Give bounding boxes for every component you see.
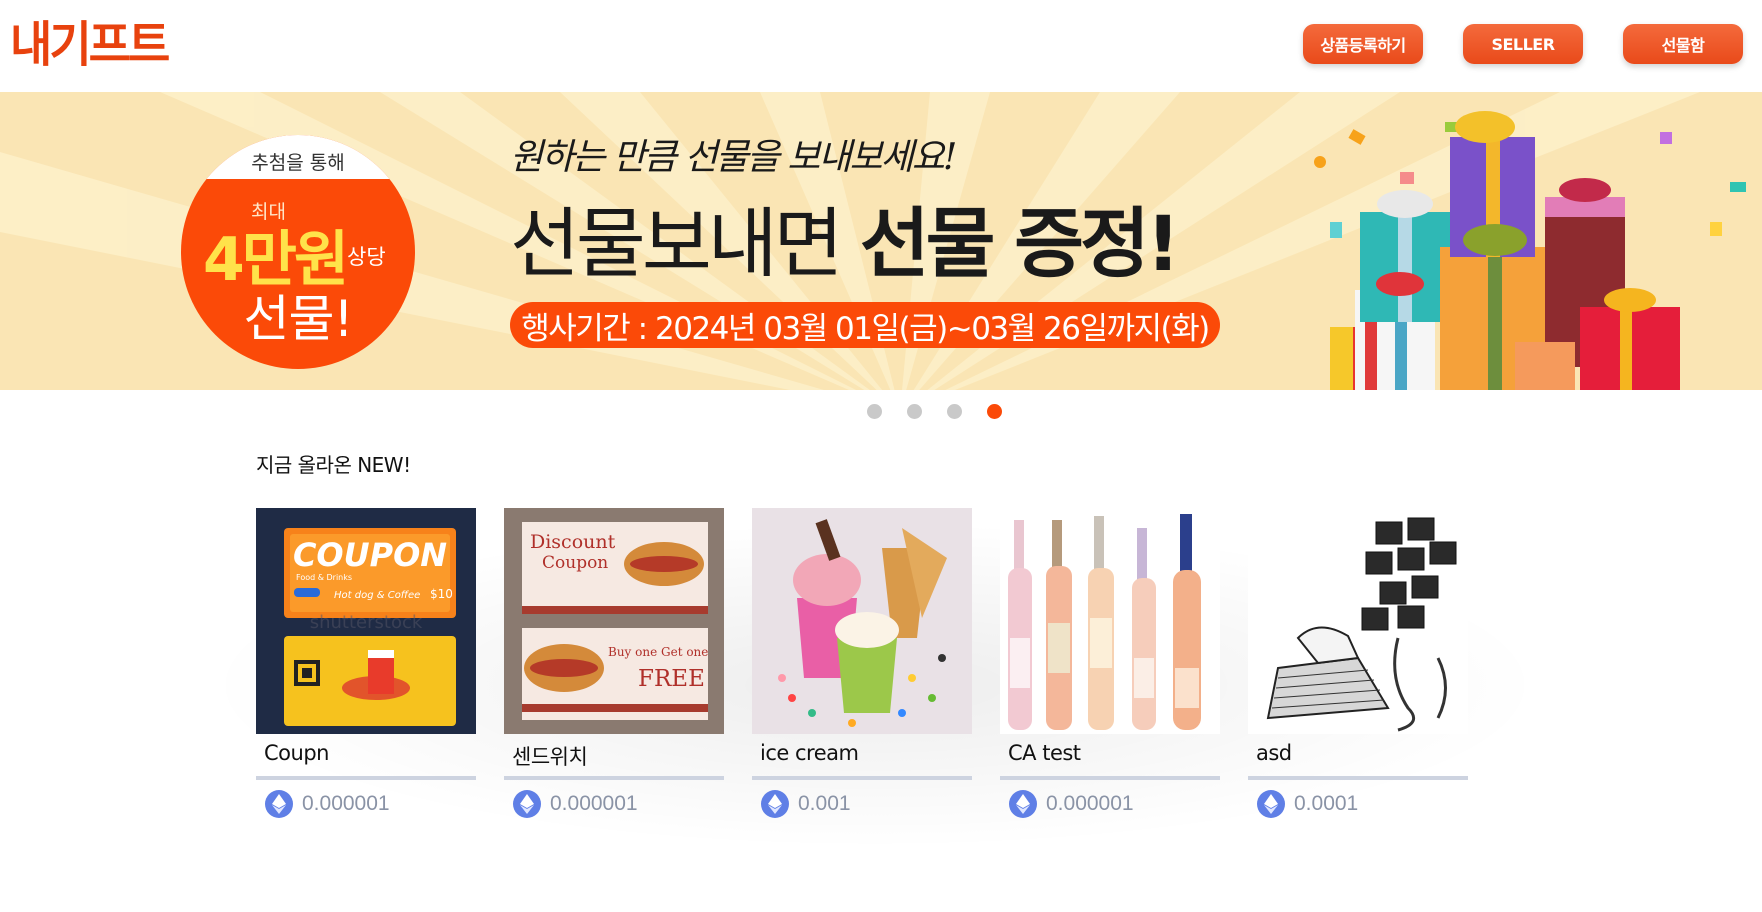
product-card[interactable]: ice cream 0.001 — [752, 508, 972, 818]
product-divider — [1248, 776, 1468, 780]
coupon-watermark: shutterstock — [310, 612, 423, 633]
product-name[interactable]: Coupn — [264, 741, 329, 765]
banner-subtitle: 원하는 만큼 선물을 보내보세요! — [510, 137, 957, 178]
site-logo[interactable]: 내기프트 — [10, 13, 170, 76]
sandwich-offer-2: FREE — [638, 666, 705, 692]
product-image[interactable] — [752, 508, 972, 734]
carousel-dot-2[interactable] — [907, 404, 922, 419]
site-header: 내기프트 상품등록하기 SELLER 선물함 — [0, 0, 1762, 92]
product-price: 0.001 — [798, 792, 851, 815]
product-image[interactable]: COUPON Food & Drinks Hot dog & Coffee $1… — [256, 508, 476, 734]
ethereum-icon — [265, 790, 293, 818]
banner-headline: 선물보내면 선물 증정! — [510, 182, 1181, 292]
carousel-dots — [867, 404, 1002, 419]
event-period-pill: 행사기간 : 2024년 03월 01일(금)~03월 26일까지(화) — [510, 302, 1220, 348]
ethereum-icon — [761, 790, 789, 818]
promo-circle-top: 추첨을 통해 — [181, 135, 415, 179]
product-divider — [256, 776, 476, 780]
carousel-dot-3[interactable] — [947, 404, 962, 419]
product-price: 0.000001 — [302, 792, 390, 815]
promo-gift-label: 선물! — [243, 290, 353, 348]
sandwich-title-2: Coupon — [542, 553, 608, 573]
coupon-sub: Food & Drinks — [296, 573, 352, 582]
product-card[interactable]: CA test 0.000001 — [1000, 508, 1220, 818]
sandwich-title-1: Discount — [530, 531, 616, 553]
section-title: 지금 올라온 NEW! — [256, 453, 411, 477]
gift-box-button[interactable]: 선물함 — [1623, 24, 1743, 64]
product-name[interactable]: ice cream — [760, 741, 859, 765]
sandwich-offer-1: Buy one Get one — [608, 645, 708, 659]
product-price: 0.000001 — [550, 792, 638, 815]
product-name[interactable]: asd — [1256, 741, 1292, 765]
coupon-title: COUPON — [293, 536, 447, 574]
product-card[interactable]: asd 0.0001 — [1248, 508, 1468, 818]
event-banner[interactable]: 추첨을 통해 최대 4만원 상당 선물! 원하는 만큼 선물을 보내보세요! 선… — [0, 92, 1762, 390]
carousel-dot-4[interactable] — [987, 404, 1002, 419]
coupon-price: $10 — [430, 587, 453, 601]
promo-circle: 추첨을 통해 최대 4만원 상당 선물! — [181, 135, 415, 369]
coupon-item: Hot dog & Coffee — [334, 590, 420, 601]
seller-button[interactable]: SELLER — [1463, 24, 1583, 64]
ethereum-icon — [1009, 790, 1037, 818]
product-divider — [752, 776, 972, 780]
product-price: 0.0001 — [1294, 792, 1359, 815]
carousel-dot-1[interactable] — [867, 404, 882, 419]
ethereum-icon — [1257, 790, 1285, 818]
product-card[interactable]: COUPON Food & Drinks Hot dog & Coffee $1… — [256, 508, 476, 818]
banner-headline-light: 선물보내면 — [510, 199, 860, 288]
product-card[interactable]: Discount Coupon Buy one Get one FREE 센드위… — [504, 508, 724, 818]
product-name[interactable]: 센드위치 — [512, 741, 588, 771]
promo-unit: 상당 — [347, 245, 386, 269]
product-price: 0.000001 — [1046, 792, 1134, 815]
product-image[interactable] — [1248, 508, 1468, 734]
ethereum-icon — [513, 790, 541, 818]
product-name[interactable]: CA test — [1008, 741, 1081, 765]
register-product-button[interactable]: 상품등록하기 — [1303, 24, 1423, 64]
product-divider — [504, 776, 724, 780]
banner-headline-bold: 선물 증정! — [859, 199, 1181, 288]
product-divider — [1000, 776, 1220, 780]
gift-boxes-illustration — [1314, 111, 1746, 390]
product-image[interactable] — [1000, 508, 1220, 734]
product-image[interactable]: Discount Coupon Buy one Get one FREE — [504, 508, 724, 734]
